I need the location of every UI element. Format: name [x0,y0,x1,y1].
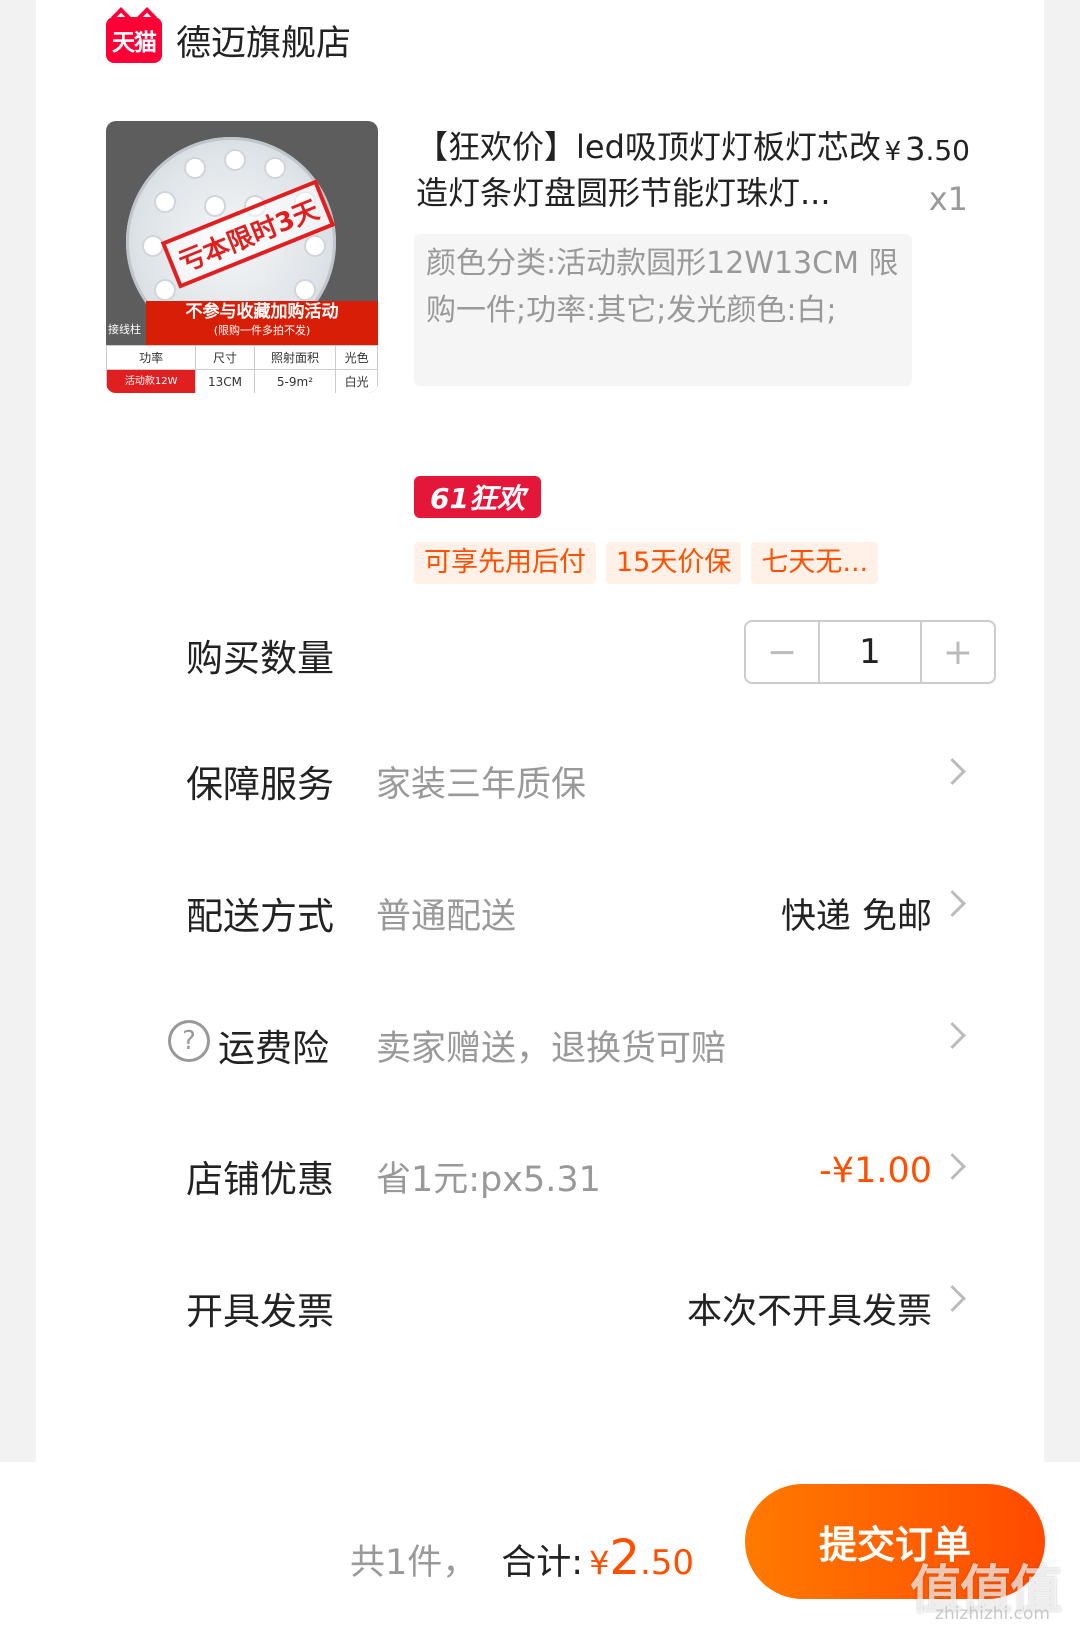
row-quantity: 购买数量 − 1 + [36,620,1044,684]
delivery-label: 配送方式 [186,895,334,938]
row-delivery[interactable]: 配送方式 普通配送 快递 免邮 [36,878,1044,942]
watermark-url: zhizhizhi.com [935,1604,1050,1624]
invoice-label: 开具发票 [186,1290,334,1333]
side-gutter [1044,0,1080,1633]
quantity-input[interactable]: 1 [818,622,922,682]
store-name[interactable]: 德迈旗舰店 [176,15,351,66]
discount-value: 省1元:px5.31 [376,1160,601,1200]
insurance-value: 卖家赠送，退换货可赔 [376,1029,727,1069]
row-guarantee[interactable]: 保障服务 家装三年质保 [36,746,1044,810]
promo-61-badge: 61狂欢 [414,476,541,518]
total-price: ¥2.50 [589,1530,695,1586]
discount-label: 店铺优惠 [186,1158,334,1201]
image-spec-table: 功率 尺寸 照射面积 光色 活动款12W 13CM 5-9m² 白光 [106,345,378,393]
invoice-value: 本次不开具发票 [686,1292,932,1332]
insurance-label: 运费险 [218,1027,329,1070]
product-sku[interactable]: 颜色分类:活动款圆形12W13CM 限购一件;功率:其它;发光颜色:白; [414,234,912,386]
item-count: 共1件， [350,1543,478,1583]
checkout-bar: 共1件， 合计: ¥2.50 提交订单 值值值 zhizhizhi.com [0,1462,1080,1633]
chevron-right-icon[interactable] [939,1153,966,1180]
image-banner: 不参与收藏加购活动 (限购一件多拍不发) [146,301,378,345]
tag-pay-later: 可享先用后付 [414,542,596,584]
guarantee-value: 家装三年质保 [376,765,587,805]
product-image[interactable]: 亏本限时3天 接线柱 不参与收藏加购活动 (限购一件多拍不发) 功率 尺寸 照射… [106,121,378,393]
service-tags: 可享先用后付 15天价保 七天无... [414,542,879,584]
total-label: 合计: [501,1543,584,1583]
row-store-discount[interactable]: 店铺优惠 省1元:px5.31 -¥1.00 [36,1141,1044,1205]
row-invoice[interactable]: 开具发票 本次不开具发票 [36,1273,1044,1337]
tag-seven-day-return: 七天无... [751,542,879,584]
chevron-right-icon[interactable] [939,890,966,917]
order-summary: 共1件， 合计: ¥2.50 [350,1530,694,1586]
image-side-label: 接线柱 [108,323,141,336]
delivery-value: 普通配送 [376,897,517,937]
delivery-fee: 快递 免邮 [780,897,932,937]
chevron-right-icon[interactable] [939,1285,966,1312]
plus-button[interactable]: + [922,622,994,682]
tmall-logo: 天猫 [106,17,162,63]
discount-amount: -¥1.00 [819,1151,932,1191]
quantity-label: 购买数量 [186,637,334,680]
product-quantity: x1 [928,180,968,218]
row-shipping-insurance[interactable]: ? 运费险 卖家赠送，退换货可赔 [36,1010,1044,1074]
help-icon[interactable]: ? [168,1020,210,1062]
store-header[interactable]: 天猫 德迈旗舰店 [106,16,351,64]
order-card: 天猫 德迈旗舰店 亏本限时3天 接线柱 不参与收藏加购活动 (限购一件多拍不发)… [36,0,1044,1462]
guarantee-label: 保障服务 [186,763,334,806]
product-title[interactable]: 【狂欢价】led吸顶灯灯板灯芯改造灯条灯盘圆形节能灯珠灯... [416,124,906,216]
tag-price-protect: 15天价保 [606,542,742,584]
chevron-right-icon[interactable] [939,1022,966,1049]
chevron-right-icon[interactable] [939,758,966,785]
quantity-stepper[interactable]: − 1 + [744,620,996,684]
minus-button[interactable]: − [746,622,818,682]
product-price: ¥3.50 [884,130,970,168]
